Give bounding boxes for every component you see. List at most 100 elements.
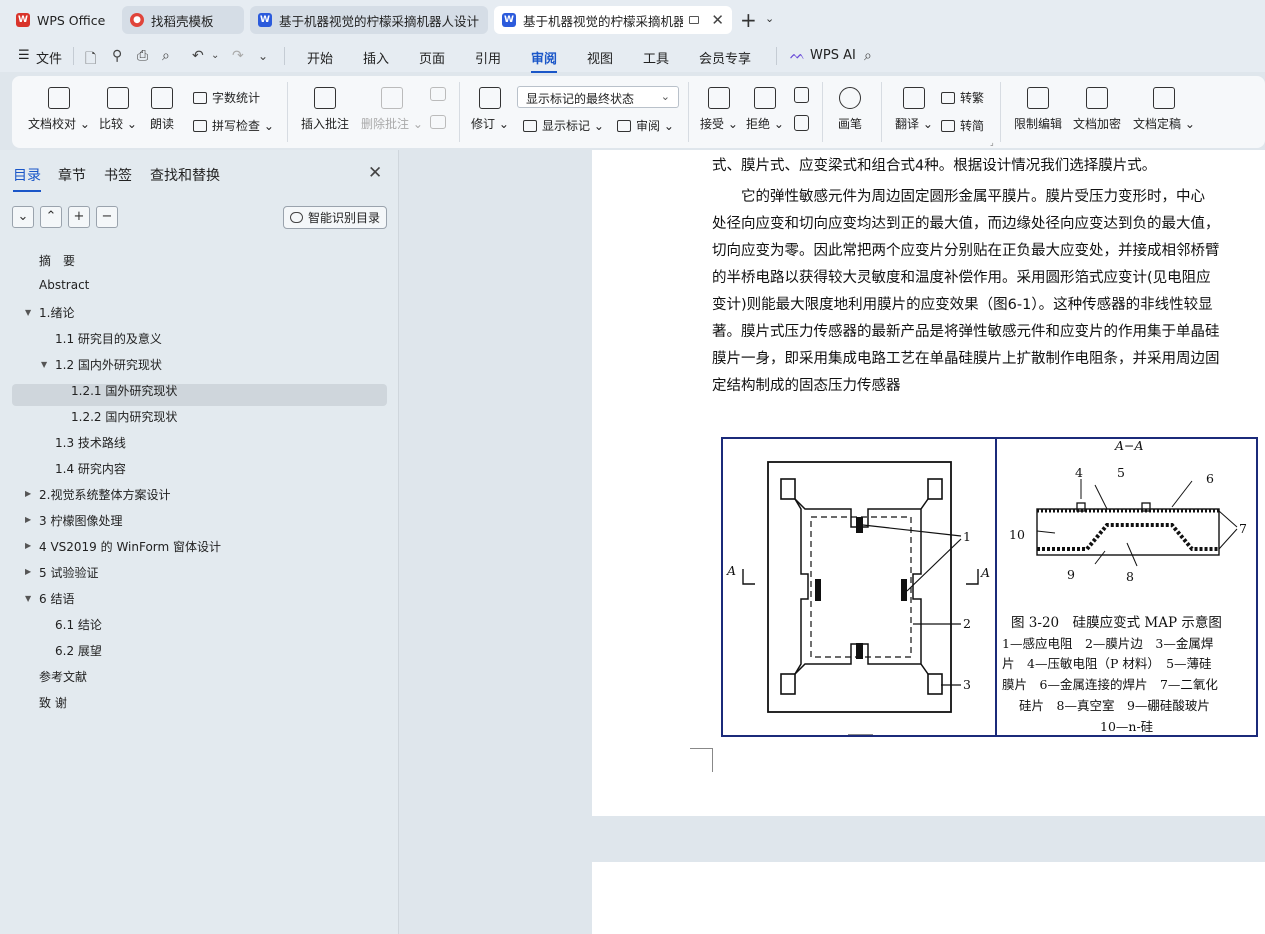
save-icon[interactable]: 🗋 (85, 48, 96, 72)
menu-review[interactable]: 审阅 (531, 48, 558, 73)
remove-heading-button[interactable]: − (96, 206, 118, 228)
menu-membership[interactable]: 会员专享 (699, 48, 751, 67)
pen-button[interactable]: 画笔 (838, 87, 862, 132)
collapse-down-button[interactable]: ⌄ (12, 206, 34, 228)
toc-item[interactable]: 1.4 研究内容 (55, 460, 126, 477)
undo-icon[interactable]: ↶ (192, 48, 204, 64)
spell-check-button[interactable]: 拼写检查 ⌄ (193, 117, 274, 134)
close-icon[interactable]: ✕ (711, 11, 724, 29)
menu-wps-ai[interactable]: WPS AI (810, 48, 856, 63)
close-icon[interactable]: ✕ (368, 163, 382, 183)
undo-dropdown-icon[interactable]: ⌄ (211, 50, 219, 61)
toc-item[interactable]: 致 谢 (39, 694, 67, 711)
toc-item[interactable]: 摘 要 (39, 252, 75, 269)
tab-document-1[interactable]: W 基于机器视觉的柠檬采摘机器人设计： (250, 6, 488, 34)
toc-item[interactable]: 2.视觉系统整体方案设计 (39, 486, 170, 503)
toc-item-selected[interactable]: 4 VS2019 的 WinForm 窗体设计 (39, 538, 221, 555)
previous-change-button[interactable] (792, 87, 810, 109)
encrypt-button[interactable]: 文档加密 (1073, 87, 1121, 132)
expand-triangle-icon[interactable]: ▼ (25, 594, 31, 603)
menu-file[interactable]: 文件 (36, 48, 62, 67)
toc-item[interactable]: 参考文献 (39, 668, 87, 685)
expand-up-button[interactable]: ⌃ (40, 206, 62, 228)
track-changes-button[interactable]: 修订 ⌄ (471, 87, 509, 132)
collapse-triangle-icon[interactable]: ▶ (25, 541, 31, 550)
translate-button[interactable]: 翻译 ⌄ (895, 87, 933, 132)
nav-tab-toc[interactable]: 目录 (13, 165, 41, 192)
expand-triangle-icon[interactable]: ▼ (25, 308, 31, 317)
translate-icon (902, 87, 925, 109)
print-preview-icon[interactable]: ⌕ (162, 48, 170, 64)
finalize-button[interactable]: 文档定稿 ⌄ (1133, 87, 1195, 132)
toc-item[interactable]: 6.1 结论 (55, 616, 102, 633)
collapse-triangle-icon[interactable]: ▶ (25, 567, 31, 576)
toc-selected-highlight (12, 384, 387, 406)
doc-check-button[interactable]: 文档校对 ⌄ (28, 87, 90, 132)
toc-item[interactable]: 1.绪论 (39, 304, 74, 321)
nav-tab-find-replace[interactable]: 查找和替换 (150, 165, 220, 185)
toc-item[interactable]: 5 试验验证 (39, 564, 98, 581)
delete-comment-button[interactable]: 删除批注 ⌄ (361, 87, 423, 132)
menu-tools[interactable]: 工具 (643, 48, 669, 67)
menu-view[interactable]: 视图 (587, 48, 613, 67)
menu-home[interactable]: 开始 (307, 48, 333, 67)
tab-daoke-templates[interactable]: ● 找稻壳模板 (122, 6, 244, 34)
markup-state-select[interactable]: 显示标记的最终状态 ⌄ (517, 86, 679, 108)
accept-button[interactable]: 接受 ⌄ (700, 87, 738, 132)
callout-label: 7 (1239, 521, 1247, 536)
previous-change-icon (793, 87, 809, 103)
smart-toc-button[interactable]: 智能识别目录 (283, 206, 387, 229)
tab-wps-office[interactable]: W WPS Office (8, 6, 116, 34)
chevron-down-icon[interactable]: ⌄ (765, 12, 774, 25)
share-icon[interactable]: ⚲ (112, 48, 122, 64)
review-pane-button[interactable]: 审阅 ⌄ (617, 117, 674, 134)
word-count-icon (193, 91, 207, 104)
add-heading-button[interactable]: + (68, 206, 90, 228)
toc-item[interactable]: 1.3 技术路线 (55, 434, 126, 451)
restrict-edit-icon (1027, 87, 1049, 109)
search-icon[interactable]: ⌕ (864, 48, 872, 64)
writer-doc-icon: W (502, 13, 516, 27)
next-change-button[interactable] (792, 115, 810, 137)
nav-tab-bookmarks[interactable]: 书签 (104, 165, 132, 185)
restrict-edit-button[interactable]: 限制编辑 (1014, 87, 1062, 132)
to-simplified-button[interactable]: 转简 (941, 117, 984, 134)
read-aloud-button[interactable]: 朗读 (150, 87, 174, 132)
menu-page[interactable]: 页面 (419, 48, 445, 67)
toc-item[interactable]: 1.2.1 国外研究现状 (71, 382, 177, 399)
collapse-triangle-icon[interactable]: ▶ (25, 489, 31, 498)
show-markup-button[interactable]: 显示标记 ⌄ (523, 117, 604, 134)
tab-document-active[interactable]: W 基于机器视觉的柠檬采摘机器人 ✕ (494, 6, 732, 34)
toc-item[interactable]: 1.2.2 国内研究现状 (71, 408, 177, 425)
toc-item[interactable]: 3 柠檬图像处理 (39, 512, 122, 529)
map-sensor-figure[interactable]: A A 1 2 3 A−A 4 5 6 7 10 9 8 图 3-20 硅膜应变… (721, 437, 1258, 737)
wps-ai-icon[interactable]: ᨓ (790, 48, 806, 63)
writer-doc-icon: W (258, 13, 272, 27)
toc-item[interactable]: 1.2 国内外研究现状 (55, 356, 162, 373)
document-page-next[interactable] (592, 862, 1265, 934)
collapse-triangle-icon[interactable]: ▶ (25, 515, 31, 524)
next-comment-button[interactable] (428, 115, 448, 135)
menu-insert[interactable]: 插入 (363, 48, 389, 67)
encrypt-icon (1086, 87, 1108, 109)
nav-tab-sections[interactable]: 章节 (58, 165, 86, 185)
toc-item[interactable]: 6 结语 (39, 590, 74, 607)
previous-comment-button[interactable] (428, 87, 448, 107)
menu-icon[interactable]: ☰ (18, 48, 30, 63)
expand-triangle-icon[interactable]: ▼ (41, 360, 47, 369)
to-traditional-button[interactable]: 转繁 (941, 89, 984, 106)
more-chevron-icon[interactable]: ⌄ (258, 49, 268, 63)
new-tab-icon[interactable]: + (740, 10, 757, 30)
toc-item[interactable]: 6.2 展望 (55, 642, 102, 659)
toc-item[interactable]: 1.1 研究目的及意义 (55, 330, 162, 347)
word-count-button[interactable]: 字数统计 (193, 89, 260, 106)
redo-icon[interactable]: ↷ (232, 48, 244, 64)
monitor-icon[interactable] (689, 16, 699, 24)
toc-item[interactable]: Abstract (39, 278, 89, 292)
print-icon[interactable]: ⎙ (137, 48, 148, 64)
menu-references[interactable]: 引用 (475, 48, 501, 67)
insert-comment-button[interactable]: 插入批注 (301, 87, 349, 132)
dialog-launcher-icon[interactable]: ⌟ (990, 138, 994, 147)
reject-button[interactable]: 拒绝 ⌄ (746, 87, 784, 132)
compare-button[interactable]: 比较 ⌄ (99, 87, 137, 132)
